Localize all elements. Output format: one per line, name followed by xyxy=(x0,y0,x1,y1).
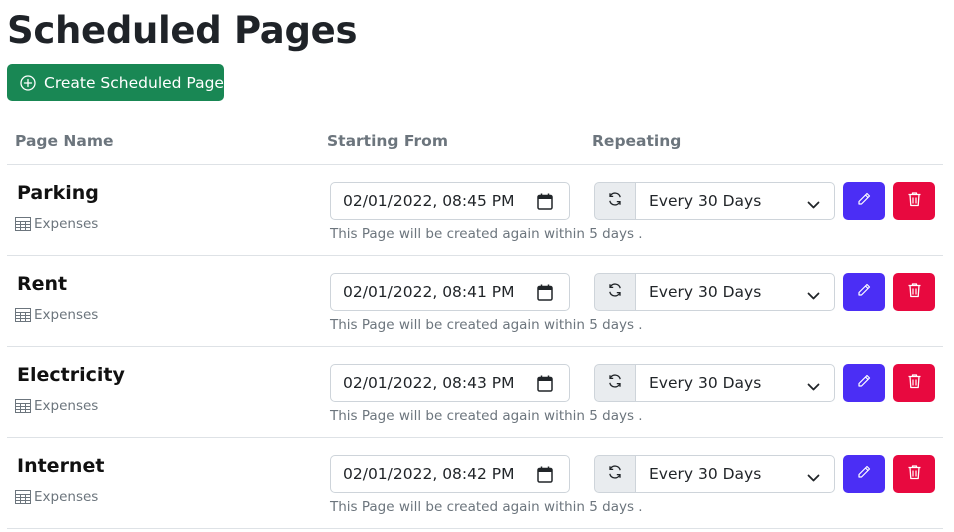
table-icon xyxy=(15,490,31,504)
chevron-down-icon xyxy=(807,469,820,482)
table-row: Parking Expenses 02/01/2022, 08:45 PM Th… xyxy=(7,165,943,256)
database-name: Expenses xyxy=(34,307,99,323)
create-scheduled-page-button[interactable]: Create Scheduled Page xyxy=(7,64,224,101)
calendar-icon[interactable] xyxy=(537,193,553,210)
repeating-value: Every 30 Days xyxy=(649,374,762,392)
page-name: Parking xyxy=(17,182,99,204)
refresh-button[interactable] xyxy=(594,455,636,493)
pencil-icon xyxy=(856,282,872,302)
recurrence-hint: This Page will be created again within 5… xyxy=(330,317,643,333)
chevron-down-icon xyxy=(807,287,820,300)
database-label: Expenses xyxy=(15,489,98,505)
repeating-select[interactable]: Every 30 Days xyxy=(635,364,835,402)
trash-icon xyxy=(907,191,922,211)
repeating-value: Every 30 Days xyxy=(649,465,762,483)
delete-button[interactable] xyxy=(893,273,935,311)
starting-from-value: 02/01/2022, 08:41 PM xyxy=(343,283,515,301)
edit-button[interactable] xyxy=(843,182,885,220)
chevron-down-icon xyxy=(807,196,820,209)
starting-from-input[interactable]: 02/01/2022, 08:41 PM xyxy=(330,273,570,311)
trash-icon xyxy=(907,464,922,484)
starting-from-input[interactable]: 02/01/2022, 08:43 PM xyxy=(330,364,570,402)
refresh-icon xyxy=(607,464,623,484)
page-name: Internet xyxy=(17,455,105,477)
database-name: Expenses xyxy=(34,398,99,414)
page-name: Rent xyxy=(17,273,68,295)
trash-icon xyxy=(907,373,922,393)
trash-icon xyxy=(907,282,922,302)
table-icon xyxy=(15,217,31,231)
pencil-icon xyxy=(856,191,872,211)
starting-from-value: 02/01/2022, 08:42 PM xyxy=(343,465,515,483)
starting-from-value: 02/01/2022, 08:45 PM xyxy=(343,192,515,210)
refresh-button[interactable] xyxy=(594,364,636,402)
refresh-icon xyxy=(607,191,623,211)
refresh-button[interactable] xyxy=(594,273,636,311)
repeating-select[interactable]: Every 30 Days xyxy=(635,182,835,220)
refresh-icon xyxy=(607,282,623,302)
starting-from-input[interactable]: 02/01/2022, 08:45 PM xyxy=(330,182,570,220)
refresh-icon xyxy=(607,373,623,393)
edit-button[interactable] xyxy=(843,273,885,311)
repeating-select[interactable]: Every 30 Days xyxy=(635,455,835,493)
database-name: Expenses xyxy=(34,489,99,505)
chevron-down-icon xyxy=(807,378,820,391)
table-row: Internet Expenses 02/01/2022, 08:42 PM T… xyxy=(7,438,943,529)
page-title: Scheduled Pages xyxy=(7,9,358,52)
table-row: Rent Expenses 02/01/2022, 08:41 PM This … xyxy=(7,256,943,347)
calendar-icon[interactable] xyxy=(537,375,553,392)
recurrence-hint: This Page will be created again within 5… xyxy=(330,226,643,242)
calendar-icon[interactable] xyxy=(537,466,553,483)
row-divider xyxy=(7,528,943,529)
recurrence-hint: This Page will be created again within 5… xyxy=(330,408,643,424)
database-name: Expenses xyxy=(34,216,99,232)
plus-circle-icon xyxy=(20,74,36,91)
delete-button[interactable] xyxy=(893,455,935,493)
table-row: Electricity Expenses 02/01/2022, 08:43 P… xyxy=(7,347,943,438)
database-label: Expenses xyxy=(15,216,98,232)
recurrence-hint: This Page will be created again within 5… xyxy=(330,499,643,515)
create-button-label: Create Scheduled Page xyxy=(44,73,224,92)
edit-button[interactable] xyxy=(843,455,885,493)
column-header-page-name: Page Name xyxy=(15,132,114,150)
repeating-select[interactable]: Every 30 Days xyxy=(635,273,835,311)
edit-button[interactable] xyxy=(843,364,885,402)
table-icon xyxy=(15,399,31,413)
delete-button[interactable] xyxy=(893,182,935,220)
calendar-icon[interactable] xyxy=(537,284,553,301)
column-header-starting-from: Starting From xyxy=(327,132,448,150)
delete-button[interactable] xyxy=(893,364,935,402)
database-label: Expenses xyxy=(15,307,98,323)
starting-from-value: 02/01/2022, 08:43 PM xyxy=(343,374,515,392)
repeating-value: Every 30 Days xyxy=(649,283,762,301)
page-name: Electricity xyxy=(17,364,125,386)
column-header-repeating: Repeating xyxy=(592,132,682,150)
table-icon xyxy=(15,308,31,322)
starting-from-input[interactable]: 02/01/2022, 08:42 PM xyxy=(330,455,570,493)
repeating-value: Every 30 Days xyxy=(649,192,762,210)
pencil-icon xyxy=(856,464,872,484)
refresh-button[interactable] xyxy=(594,182,636,220)
database-label: Expenses xyxy=(15,398,98,414)
pencil-icon xyxy=(856,373,872,393)
